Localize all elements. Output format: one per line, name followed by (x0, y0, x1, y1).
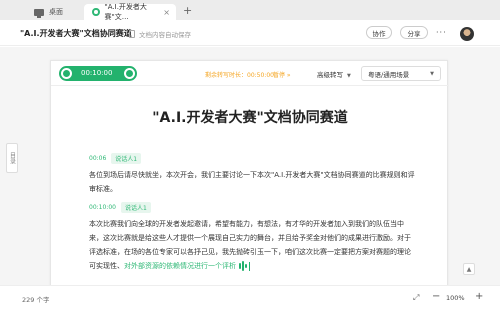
outline-toggle[interactable]: 目录 (6, 143, 18, 173)
document-heading[interactable]: "A.I.开发者大赛"文档协同赛道 (51, 107, 449, 127)
collaborate-button[interactable]: 协作 (366, 26, 392, 39)
transcript-segment: 00:10:00 说话人1 本次比赛我们向全球的开发者发起邀请，希望有能力，有想… (89, 201, 417, 273)
fit-page-icon[interactable]: ⤢ (413, 293, 419, 303)
zoom-level[interactable]: 100% (446, 294, 465, 302)
tab-desktop[interactable]: 桌面 (34, 4, 63, 20)
language-select[interactable]: 粤语/通用场景 ▼ (361, 66, 441, 81)
pause-button[interactable]: 暂停 » (273, 70, 291, 79)
segment-timestamp: 00:06 (89, 154, 107, 162)
more-options-icon[interactable]: ··· (436, 28, 447, 37)
recording-time: 00:10:00 (81, 69, 113, 77)
document-title[interactable]: "A.I.开发者大赛"文档协同赛道 (20, 28, 132, 39)
new-tab-button[interactable]: + (183, 4, 192, 17)
segment-meta: 00:10:00 说话人1 (89, 201, 417, 213)
audio-wave-icon (239, 261, 248, 271)
recording-control: 00:10:00 (59, 66, 137, 81)
chevron-down-icon: ▼ (347, 73, 351, 79)
record-button-icon[interactable] (61, 68, 72, 79)
browser-tab-strip: 桌面 "A.I.开发者大赛"文… × + (0, 0, 500, 21)
segment-meta: 00:06 说话人1 (89, 152, 417, 164)
remaining-time-status: 剩余转写时长：00:50:00 (205, 72, 274, 79)
autosave-label: 文档内容自动保存 (139, 31, 191, 39)
tab-document[interactable]: "A.I.开发者大赛"文… × (84, 3, 176, 21)
tab-document-label: "A.I.开发者大赛"文… (104, 3, 147, 21)
chevron-down-icon: ▼ (430, 70, 434, 77)
status-bar: 229 个字 ⤢ − 100% + (0, 285, 500, 310)
document-icon (129, 30, 135, 38)
transcription-mode-label: 高级转写 (317, 71, 343, 79)
live-transcription-text: 对外部资源的依赖情况进行一个评析 (124, 262, 236, 270)
segment-text[interactable]: 各位到场后请尽快就坐，本次开会，我们主要讨论一下本次"A.I.开发者大赛"文档协… (89, 168, 417, 196)
segment-text-container[interactable]: 本次比赛我们向全球的开发者发起邀请，希望有能力，有想法，有才华的开发者加入到我们… (89, 217, 417, 273)
scroll-to-top-button[interactable]: ▲ (463, 263, 475, 275)
zoom-in-button[interactable]: + (475, 291, 483, 302)
text-cursor (249, 261, 250, 271)
document-header: "A.I.开发者大赛"文档协同赛道 文档内容自动保存 协作 分享 ··· (0, 20, 500, 46)
monitor-icon (34, 8, 44, 18)
speaker-badge[interactable]: 说话人1 (111, 152, 142, 164)
segment-timestamp: 00:10:00 (89, 203, 116, 211)
document-page: 00:10:00 剩余转写时长：00:50:00 暂停 » 高级转写 ▼ 粤语/通… (50, 60, 449, 290)
divider (51, 85, 449, 86)
recording-icon (92, 8, 100, 16)
tab-desktop-label: 桌面 (49, 8, 63, 16)
autosave-status: 文档内容自动保存 (129, 29, 191, 39)
language-label: 粤语/通用场景 (368, 70, 410, 79)
zoom-out-button[interactable]: − (432, 291, 440, 302)
share-button[interactable]: 分享 (400, 26, 428, 39)
editor-canvas: 目录 00:10:00 剩余转写时长：00:50:00 暂停 » 高级转写 ▼ 粤… (0, 47, 500, 290)
word-count: 229 个字 (22, 296, 50, 304)
stop-button-icon[interactable] (124, 68, 135, 79)
transcription-mode-dropdown[interactable]: 高级转写 ▼ (317, 69, 351, 79)
transcript-segment: 00:06 说话人1 各位到场后请尽快就坐，本次开会，我们主要讨论一下本次"A.… (89, 152, 417, 196)
close-tab-icon[interactable]: × (163, 8, 170, 17)
recording-toolbar: 00:10:00 剩余转写时长：00:50:00 暂停 » 高级转写 ▼ 粤语/通… (59, 66, 441, 82)
avatar[interactable] (460, 27, 474, 41)
speaker-badge[interactable]: 说话人1 (120, 201, 151, 213)
